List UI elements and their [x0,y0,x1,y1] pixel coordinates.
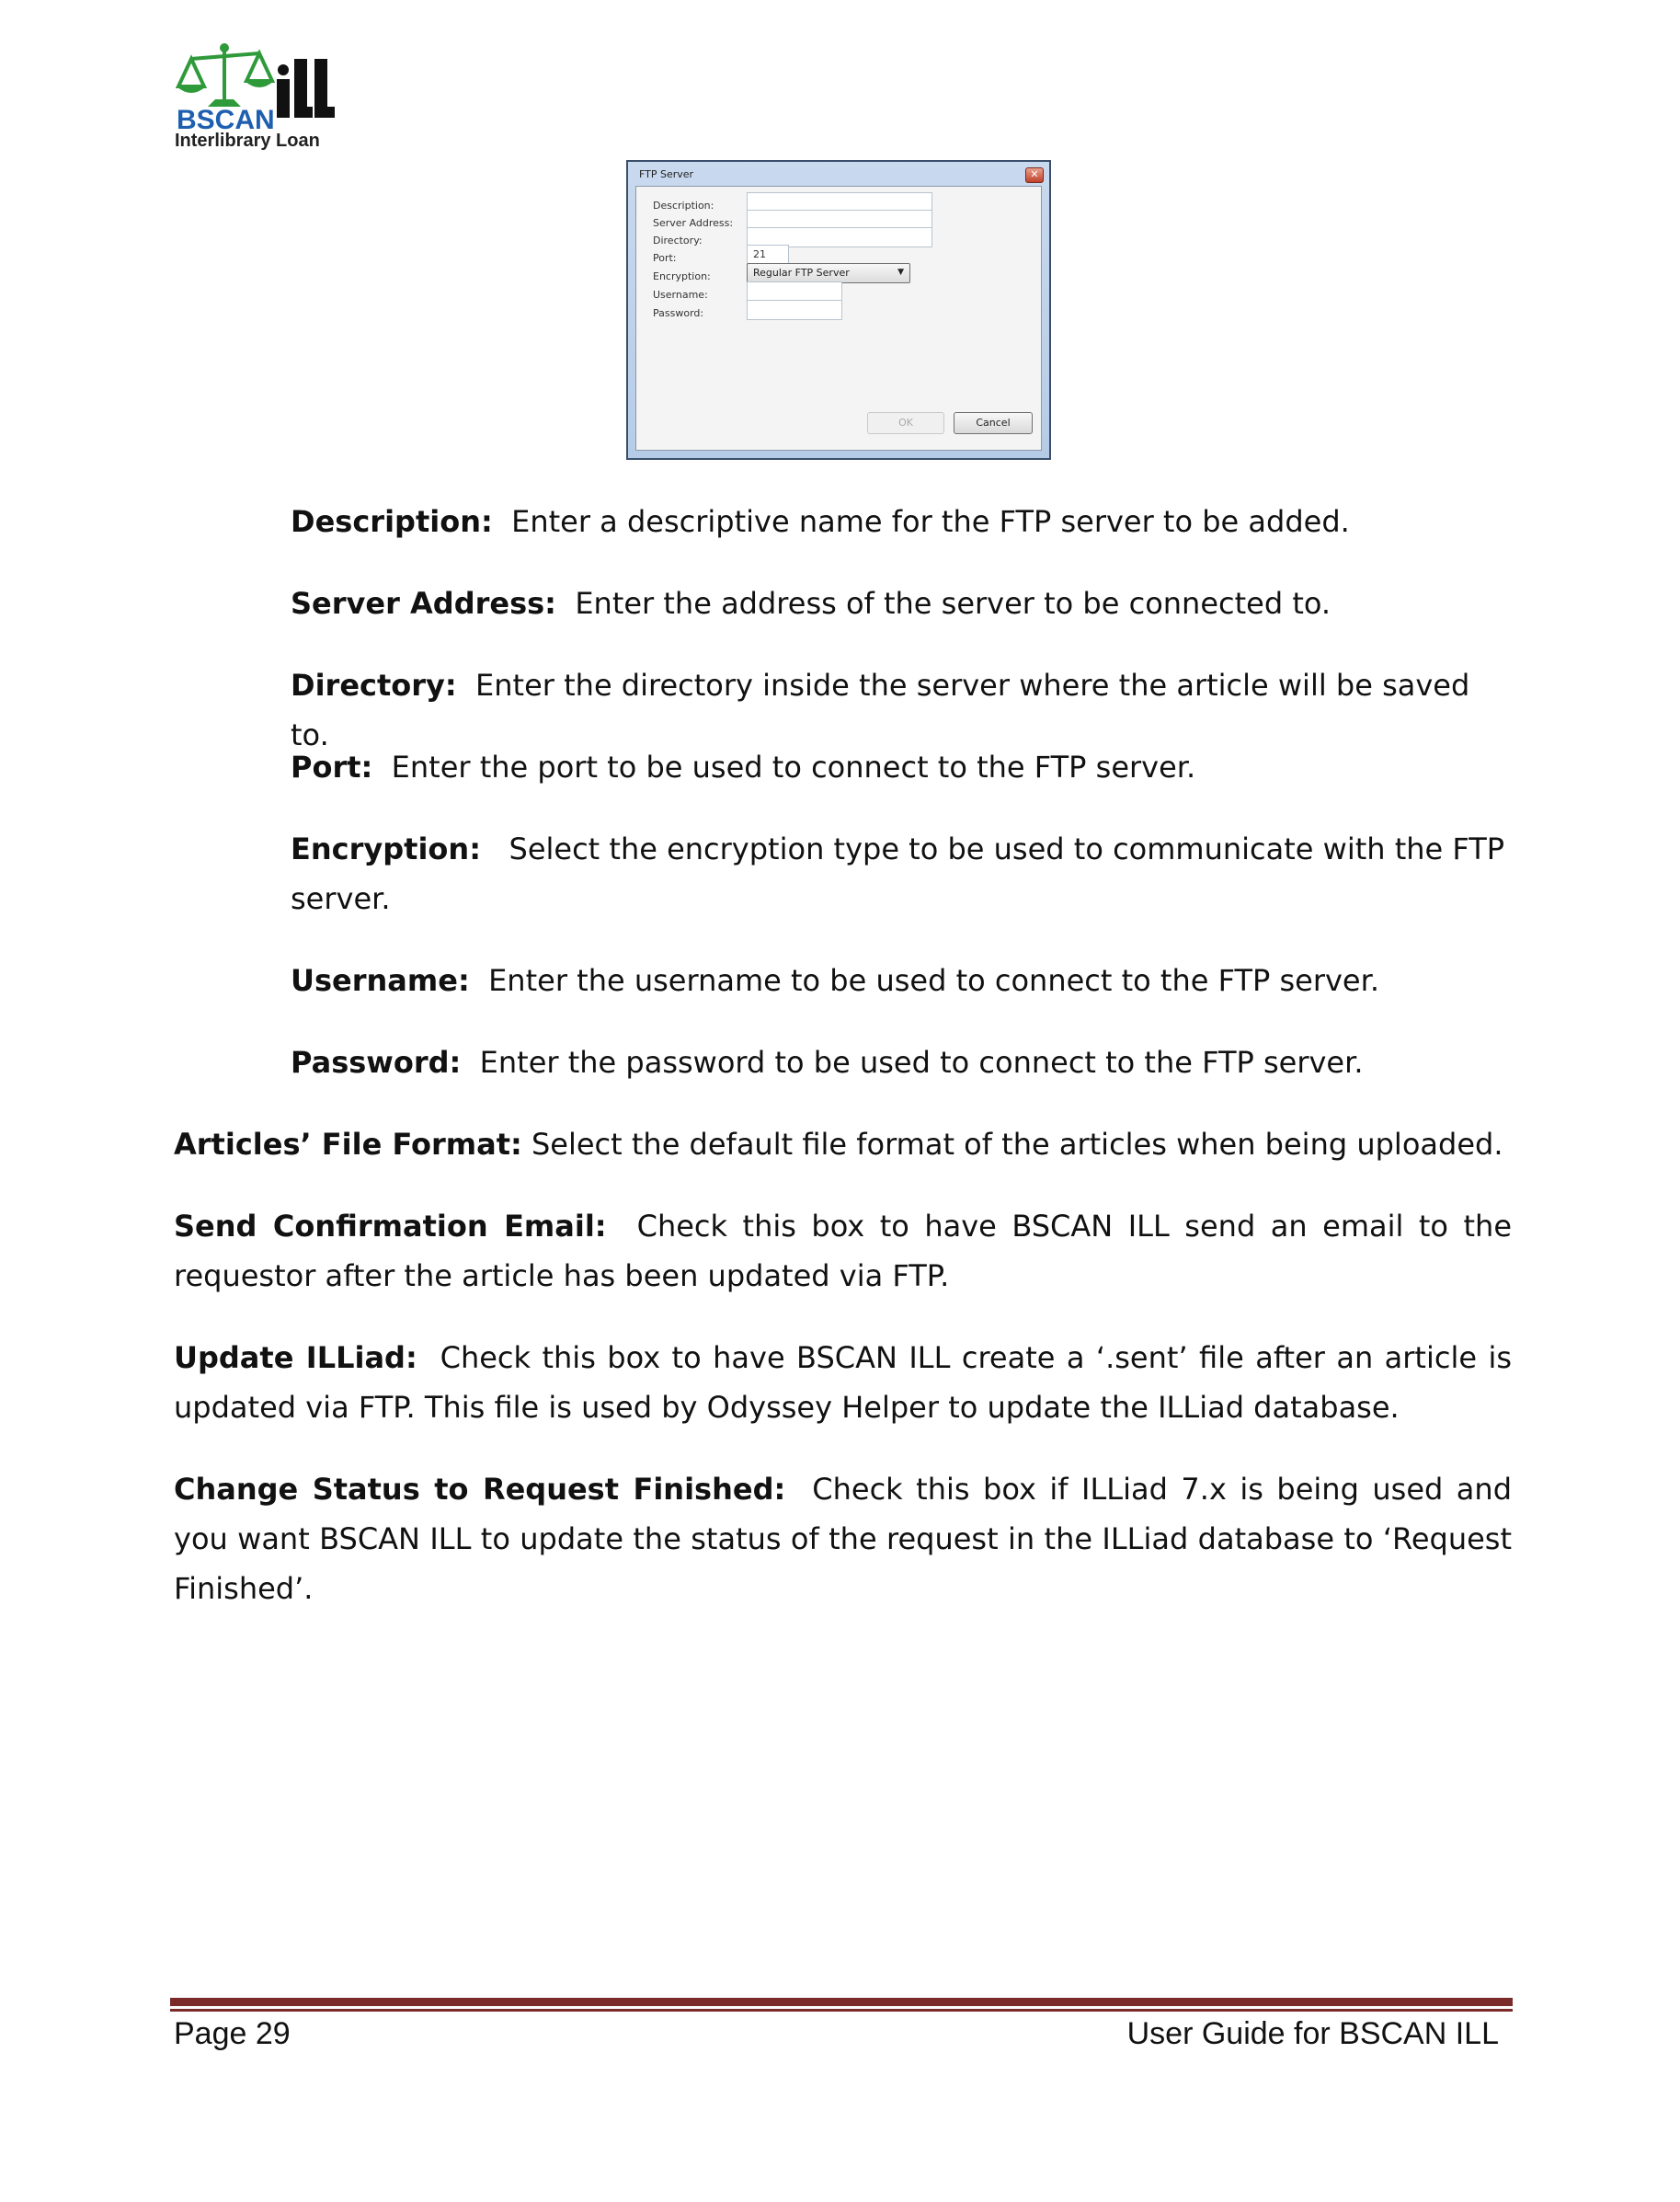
definition-term: Password: [291,1045,462,1080]
definition-text: Enter the address of the server to be co… [575,586,1331,621]
logo-subtitle: Interlibrary Loan [175,131,320,151]
description-label: Description: [653,200,714,212]
definition-encryption: Encryption: Select the encryption type t… [291,824,1514,923]
port-label: Port: [653,252,677,264]
definition-text: Enter the directory inside the server wh… [291,668,1470,752]
username-input[interactable] [747,281,842,302]
option-change-status: Change Status to Request Finished: Check… [174,1464,1512,1613]
definition-text: Enter a descriptive name for the FTP ser… [511,504,1350,539]
chevron-down-icon: ▼ [897,268,904,277]
dialog-body: Description: Server Address: Directory: … [635,186,1042,451]
dialog-titlebar: FTP Server ✕ [634,166,1044,183]
definition-username: Username: Enter the username to be used … [291,956,1514,1005]
definition-term: Port: [291,750,373,785]
option-send-confirmation-email: Send Confirmation Email: Check this box … [174,1201,1512,1301]
option-term: Change Status to Request Finished: [174,1472,786,1507]
username-label: Username: [653,289,708,301]
option-term: Articles’ File Format: [174,1127,522,1162]
definition-server-address: Server Address: Enter the address of the… [291,579,1514,628]
encryption-select[interactable]: Regular FTP Server ▼ [747,263,910,283]
footer-rule-thick [170,1998,1513,2006]
page-number: Page 29 [174,2016,291,2051]
definition-term: Description: [291,504,493,539]
bscan-logo: BSCAN Interlibrary Loan [171,42,346,153]
definition-term: Server Address: [291,586,556,621]
option-term: Send Confirmation Email: [174,1209,607,1244]
definition-term: Directory: [291,668,457,703]
password-input[interactable] [747,300,842,320]
directory-label: Directory: [653,235,703,247]
encryption-label: Encryption: [653,270,711,282]
close-icon[interactable]: ✕ [1025,167,1044,183]
ok-button[interactable]: OK [867,412,944,434]
option-text: Select the default file format of the ar… [531,1127,1503,1162]
ftp-server-dialog: FTP Server ✕ Description: Server Address… [626,160,1051,460]
definition-text: Enter the port to be used to connect to … [391,750,1196,785]
definition-description: Description: Enter a descriptive name fo… [291,497,1514,546]
password-label: Password: [653,307,704,319]
option-articles-file-format: Articles’ File Format: Select the defaul… [174,1119,1512,1169]
definition-port: Port: Enter the port to be used to conne… [291,742,1514,792]
encryption-selected-value: Regular FTP Server [753,267,850,279]
definition-text: Enter the username to be used to connect… [488,963,1379,998]
definition-password: Password: Enter the password to be used … [291,1038,1514,1087]
definition-term: Encryption: [291,831,481,866]
definition-text: Enter the password to be used to connect… [479,1045,1364,1080]
dialog-title: FTP Server [639,168,694,180]
guide-title: User Guide for BSCAN ILL [1126,2016,1499,2051]
port-input[interactable]: 21 [747,245,789,265]
footer-rule-thin [170,2009,1513,2012]
option-term: Update ILLiad: [174,1340,417,1375]
server-address-label: Server Address: [653,217,734,229]
cancel-button[interactable]: Cancel [954,412,1033,434]
definition-term: Username: [291,963,470,998]
option-update-illiad: Update ILLiad: Check this box to have BS… [174,1333,1512,1432]
